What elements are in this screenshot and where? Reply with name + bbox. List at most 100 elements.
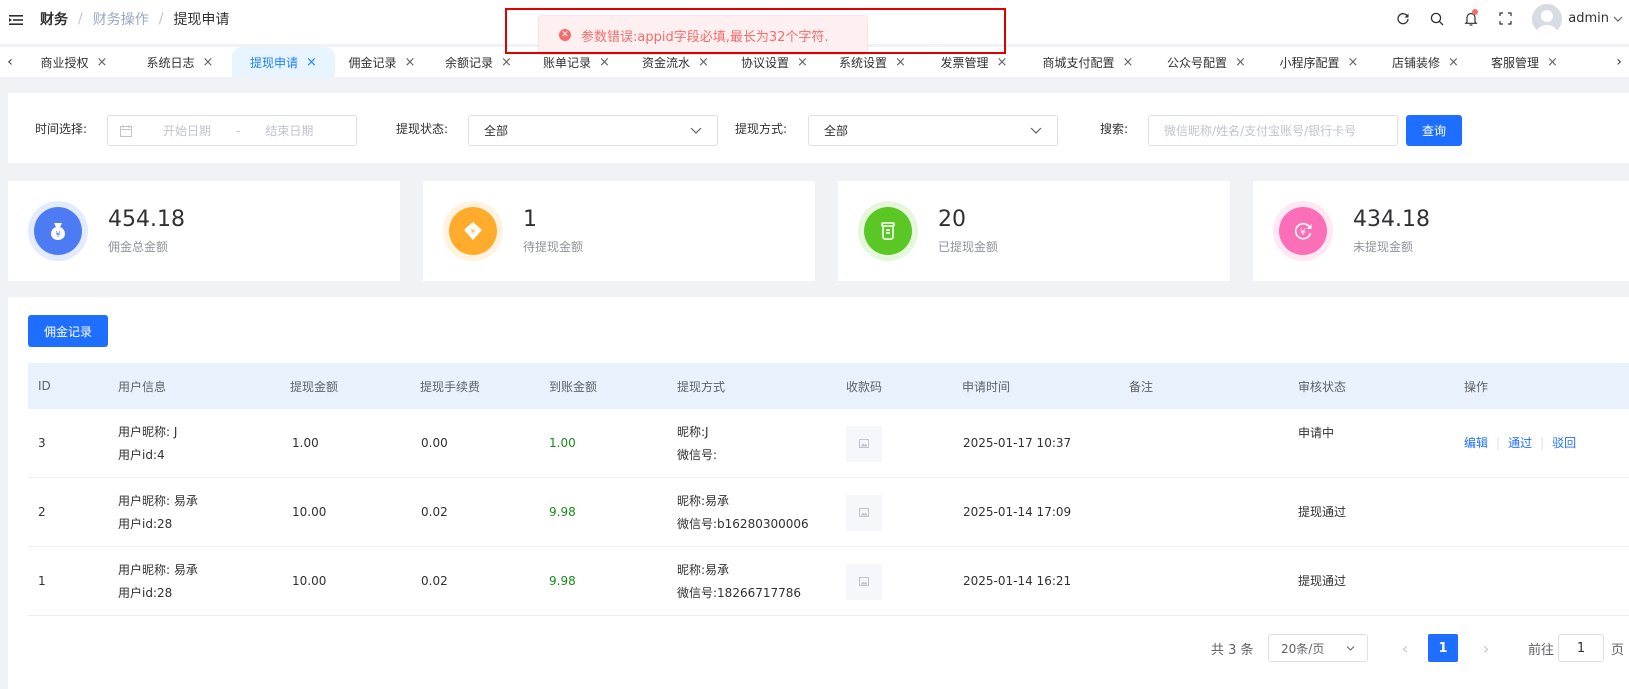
close-icon[interactable]: × [405,55,416,70]
svg-text:¥: ¥ [1300,228,1306,238]
cell-status: 提现通过 [1298,505,1347,519]
close-icon[interactable]: × [1235,55,1246,70]
method-select[interactable]: 全部 [808,115,1058,146]
cell-received: 9.98 [549,574,576,588]
close-icon[interactable]: × [997,55,1008,70]
tab-item[interactable]: 客服管理 × [1476,47,1573,77]
stat-ring [858,201,918,261]
image-placeholder-icon[interactable] [846,494,882,531]
stat-label: 未提现金额 [1353,240,1414,254]
chevron-down-icon[interactable] [1613,16,1623,22]
date-range-picker[interactable]: 开始日期 - 结束日期 [107,115,357,146]
tab-item[interactable]: 店铺装修 × [1375,47,1476,77]
stat-value: 1 [523,207,537,232]
close-icon[interactable]: × [97,55,108,70]
table-row: 1 用户昵称: 易承 用户id:28 10.00 0.02 9.98 昵称:易承… [28,547,1629,616]
cell-time: 2025-01-14 16:21 [963,574,1072,588]
avatar[interactable] [1532,3,1563,34]
method-filter-label: 提现方式: [735,121,788,136]
column-header: 提现手续费 [420,379,481,394]
commission-record-button[interactable]: 佣金记录 [28,315,108,347]
tab-item[interactable]: 余额记录 × [429,47,528,77]
cell-id: 2 [38,505,46,519]
close-icon[interactable]: × [797,55,808,70]
close-icon[interactable]: × [1123,55,1134,70]
status-filter-label: 提现状态: [396,121,449,136]
tab-item[interactable]: 商城支付配置 × [1026,47,1150,77]
tab-item[interactable]: 公众号配置 × [1150,47,1263,77]
cell-user-info: 用户昵称: 易承 用户id:28 [118,478,198,547]
fullscreen-icon[interactable] [1488,0,1522,37]
menu-toggle-icon[interactable] [8,12,24,28]
tabs-scroll-right-icon[interactable]: › [1609,47,1629,77]
close-icon[interactable]: × [1348,55,1359,70]
svg-text:¥: ¥ [55,230,60,239]
close-icon[interactable]: × [698,55,709,70]
username[interactable]: admin [1568,11,1609,26]
user-nickname: 用户昵称: 易承 [118,562,198,577]
chevron-down-icon [690,127,702,134]
cell-qrcode [846,478,882,547]
user-nickname: 用户昵称: J [118,424,178,439]
search-input[interactable]: 微信昵称/姓名/支付宝账号/银行卡号 [1148,115,1398,146]
image-placeholder-icon[interactable] [846,563,882,600]
filter-bar: 时间选择: 开始日期 - 结束日期 提现状态: 全部 提现方式: 全部 搜索: … [8,93,1629,163]
cell-actions: 编辑 | 通过 | 驳回 [1464,409,1576,478]
tabs-scroll-left-icon[interactable]: ‹ [0,47,20,77]
stat-label: 待提现金额 [523,240,584,254]
column-header: 操作 [1464,379,1489,394]
status-select[interactable]: 全部 [468,115,718,146]
close-icon[interactable]: × [306,55,317,70]
tab-item[interactable]: 提现申请 × [231,47,335,77]
cell-method: 昵称:易承 微信号:18266717786 [677,547,801,616]
close-icon[interactable]: × [1547,55,1558,70]
column-header: 提现方式 [677,379,726,394]
cell-id: 1 [38,574,46,588]
close-icon[interactable]: × [1448,55,1459,70]
bell-icon[interactable] [1454,0,1488,37]
stat-label: 佣金总金额 [108,240,169,254]
method-wechat: 微信号: [677,447,718,462]
close-icon[interactable]: × [599,55,610,70]
end-date-input[interactable]: 结束日期 [244,122,334,139]
prev-page-icon[interactable]: ‹ [1395,634,1415,662]
cell-received: 9.98 [549,505,576,519]
refresh-icon[interactable] [1386,0,1420,37]
breadcrumb-item-finance-ops[interactable]: 财务操作 [93,9,149,29]
search-icon[interactable] [1420,0,1454,37]
image-placeholder-icon[interactable] [846,425,882,462]
time-filter-label: 时间选择: [35,121,88,136]
edit-button[interactable]: 编辑 [1464,432,1488,455]
stat-card-unwithdrawn: ¥ 434.18 未提现金额 [1253,181,1629,281]
query-button[interactable]: 查询 [1406,115,1462,146]
close-icon[interactable]: × [501,55,512,70]
tab-item[interactable]: 佣金记录 × [335,47,429,77]
cell-user-info: 用户昵称: 易承 用户id:28 [118,547,198,616]
page-size-select[interactable]: 20条/页 [1268,634,1368,662]
column-header: 收款码 [846,379,883,394]
tab-label: 店铺装修 [1392,55,1441,70]
goto-label: 前往 [1528,642,1555,658]
goto-page-input[interactable]: 1 [1558,634,1604,662]
user-id: 用户id:28 [118,516,173,531]
cell-qrcode [846,409,882,478]
start-date-input[interactable]: 开始日期 [142,122,232,139]
cell-amount: 10.00 [292,574,327,588]
approve-button[interactable]: 通过 [1508,432,1532,455]
next-page-icon[interactable]: › [1476,634,1496,662]
tab-item[interactable]: 系统日志 × [128,47,232,77]
tab-label: 商城支付配置 [1042,55,1115,70]
breadcrumb-item-finance[interactable]: 财务 [40,9,68,29]
tab-item[interactable]: 发票管理 × [922,47,1026,77]
page-number-current[interactable]: 1 [1428,634,1458,662]
action-divider: | [1496,436,1501,450]
yen-refresh-icon: ¥ [1279,207,1327,255]
tab-item[interactable]: 小程序配置 × [1263,47,1375,77]
cell-status: 申请中 [1298,426,1335,440]
cell-time: 2025-01-17 10:37 [963,436,1072,450]
stat-ring: ¥ [28,201,88,261]
close-icon[interactable]: × [203,55,214,70]
tab-item[interactable]: 商业授权 × [20,47,128,77]
reject-button[interactable]: 驳回 [1552,432,1576,455]
close-icon[interactable]: × [895,55,906,70]
